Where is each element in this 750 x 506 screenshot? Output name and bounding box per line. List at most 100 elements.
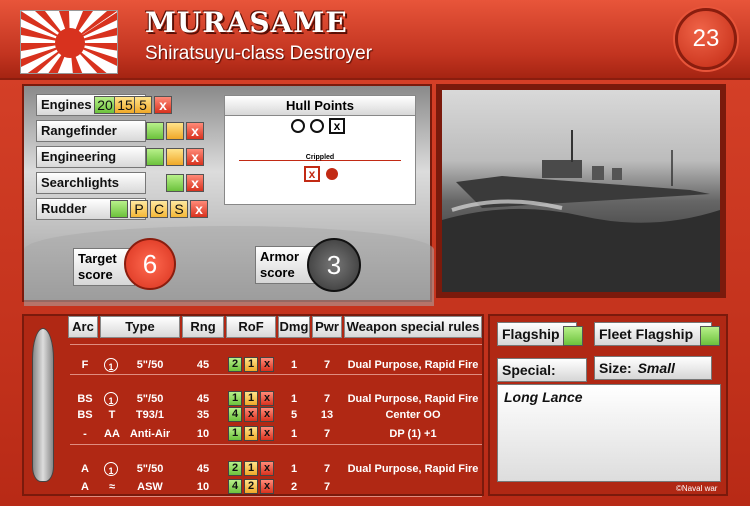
rof-box[interactable]: 1 (244, 461, 258, 476)
armor-score-badge: 3 (307, 238, 361, 292)
size-label: Size: (599, 360, 632, 376)
rof-box[interactable]: x (260, 407, 274, 422)
system-damage-box[interactable] (146, 122, 164, 140)
ship-points: 23 (675, 8, 737, 70)
rof-box[interactable]: x (260, 426, 274, 441)
rof-box[interactable]: 1 (244, 391, 258, 406)
ship-card: MURASAME Shiratsuyu-class Destroyer 23 E… (0, 0, 750, 506)
card-header: MURASAME Shiratsuyu-class Destroyer 23 (0, 0, 750, 80)
damage-cell: 2 (290, 481, 298, 493)
fleet-flagship-checkbox[interactable] (700, 326, 720, 346)
system-damage-box[interactable]: 5 (134, 96, 152, 114)
system-damage-box[interactable] (166, 122, 184, 140)
special-rules-cell: Dual Purpose, Rapid Fire (347, 359, 479, 371)
ship-photo (442, 90, 720, 292)
arc-cell: A (81, 481, 89, 493)
range-cell: 35 (196, 409, 210, 421)
system-damage-box[interactable] (110, 200, 128, 218)
system-damage-box[interactable]: 20 (94, 96, 116, 114)
system-damage-box[interactable]: x (154, 96, 172, 114)
row-separator (70, 374, 482, 375)
power-cell: 7 (323, 393, 331, 405)
row-separator (70, 444, 482, 445)
target-score-value: 6 (142, 249, 158, 279)
system-damage-box[interactable]: 15 (114, 96, 136, 114)
hull-points-title: Hull Points (225, 96, 415, 116)
hull-point-circle[interactable] (291, 119, 305, 133)
range-cell: 45 (196, 359, 210, 371)
rof-box[interactable]: x (260, 391, 274, 406)
crippled-label: Crippled (305, 154, 335, 161)
special-label: Special: (497, 358, 587, 382)
special-rules-cell: DP (1) +1 (389, 428, 437, 440)
type-cell: 5"/50 (136, 463, 164, 475)
type-cell: ASW (137, 481, 163, 493)
rof-box[interactable]: 1 (244, 357, 258, 372)
hull-point-destroyed-box[interactable]: x (329, 118, 345, 134)
credit-text: ©Naval war (676, 484, 718, 493)
system-damage-box[interactable]: C (150, 200, 168, 218)
system-damage-box[interactable]: S (170, 200, 188, 218)
range-cell: 45 (196, 393, 210, 405)
rof-box[interactable]: 4 (228, 479, 242, 494)
special-notes: Long Lance (497, 384, 721, 482)
weapon-row: BS T T93/1 35 4 x x 5 13 Center OO (70, 407, 482, 423)
column-header: Weapon special rules (344, 316, 482, 338)
crippled-box[interactable]: x (304, 166, 320, 182)
ship-name: MURASAME (145, 6, 348, 39)
weapon-row: BS 1 5"/50 45 1 1 x 1 7 Dual Purpose, Rapid Fire (70, 391, 482, 407)
arc-cell: BS (77, 393, 93, 405)
flagship-checkbox[interactable] (563, 326, 583, 346)
system-damage-box[interactable]: x (186, 174, 204, 192)
type-mark: 1 (104, 392, 118, 406)
system-damage-box[interactable] (166, 148, 184, 166)
column-header: Rng (182, 316, 224, 338)
system-label: Engineering (36, 146, 146, 168)
special-rules-cell: Center OO (385, 409, 441, 421)
system-damage-box[interactable] (166, 174, 184, 192)
rof-box[interactable]: 2 (228, 461, 242, 476)
type-cell: 5"/50 (136, 359, 164, 371)
fleet-flagship-label: Fleet Flagship (594, 322, 712, 346)
power-cell: 7 (323, 428, 331, 440)
power-cell: 7 (323, 359, 331, 371)
range-cell: 10 (196, 481, 210, 493)
rof-box[interactable]: x (244, 407, 258, 422)
arc-cell: A (81, 463, 89, 475)
power-cell: 7 (323, 463, 331, 475)
damage-cell: 1 (290, 463, 298, 475)
system-damage-box[interactable]: x (186, 122, 204, 140)
system-damage-box[interactable]: x (186, 148, 204, 166)
arc-cell: F (81, 359, 89, 371)
damage-cell: 1 (290, 393, 298, 405)
row-separator (70, 496, 482, 497)
system-damage-box[interactable]: P (130, 200, 148, 218)
rof-box[interactable]: 4 (228, 407, 242, 422)
rof-box[interactable]: 2 (244, 479, 258, 494)
weapon-row: - AA Anti-Air 10 1 1 x 1 7 DP (1) +1 (70, 426, 482, 442)
column-header: Pwr (312, 316, 342, 338)
column-header: RoF (226, 316, 276, 338)
rof-box[interactable]: x (260, 479, 274, 494)
rof-box[interactable]: 2 (228, 357, 242, 372)
rof-box[interactable]: 1 (244, 426, 258, 441)
size-field: Size: Small (594, 356, 712, 380)
target-score-badge: 6 (124, 238, 176, 290)
rof-box[interactable]: x (260, 461, 274, 476)
arc-cell: - (83, 428, 87, 440)
type-cell: Anti-Air (129, 428, 171, 440)
rof-box[interactable]: 1 (228, 391, 242, 406)
hull-point-circle[interactable] (310, 119, 324, 133)
weapon-row: A ≈ ASW 10 4 2 x 2 7 (70, 479, 482, 495)
hull-points-box: Hull Points x Crippled x (224, 95, 416, 205)
power-cell: 7 (323, 481, 331, 493)
column-header: Dmg (278, 316, 310, 338)
rof-box[interactable]: 1 (228, 426, 242, 441)
system-label: Searchlights (36, 172, 146, 194)
type-mark: 1 (104, 462, 118, 476)
destroyer-silhouette-icon (442, 130, 720, 292)
rof-box[interactable]: x (260, 357, 274, 372)
range-cell: 45 (196, 463, 210, 475)
system-damage-box[interactable] (146, 148, 164, 166)
system-damage-box[interactable]: x (190, 200, 208, 218)
